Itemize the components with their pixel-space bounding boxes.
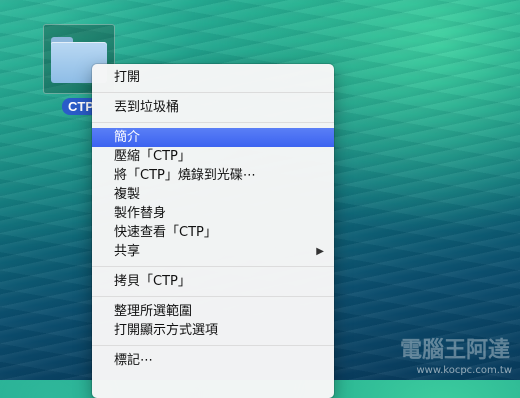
context-menu: 打開 丟到垃圾桶 簡介 壓縮「CTP」 將「CTP」燒錄到光碟⋯ 複製 製作替身…: [92, 64, 334, 398]
submenu-arrow-icon: ▶: [316, 246, 324, 257]
menu-item-duplicate[interactable]: 複製: [92, 185, 334, 204]
menu-item-burn-to-disc[interactable]: 將「CTP」燒錄到光碟⋯: [92, 166, 334, 185]
menu-item-move-to-trash[interactable]: 丟到垃圾桶: [92, 98, 334, 117]
menu-item-share-label: 共享: [114, 244, 141, 259]
menu-separator: [92, 345, 334, 346]
menu-item-tags[interactable]: 標記⋯: [92, 351, 334, 370]
menu-item-show-view-options[interactable]: 打開顯示方式選項: [92, 321, 334, 340]
menu-separator: [92, 296, 334, 297]
menu-separator: [92, 92, 334, 93]
watermark-url: www.kocpc.com.tw: [416, 365, 512, 376]
menu-separator: [92, 266, 334, 267]
menu-item-get-info[interactable]: 簡介: [92, 128, 334, 147]
menu-item-clean-up-selection[interactable]: 整理所選範圍: [92, 302, 334, 321]
watermark-logo-text: 電腦王阿達: [399, 338, 510, 363]
menu-item-copy[interactable]: 拷貝「CTP」: [92, 272, 334, 291]
menu-item-share[interactable]: 共享 ▶: [92, 242, 334, 261]
menu-item-open[interactable]: 打開: [92, 68, 334, 87]
menu-item-quick-look[interactable]: 快速查看「CTP」: [92, 223, 334, 242]
menu-item-compress[interactable]: 壓縮「CTP」: [92, 147, 334, 166]
menu-separator: [92, 122, 334, 123]
menu-item-make-alias[interactable]: 製作替身: [92, 204, 334, 223]
